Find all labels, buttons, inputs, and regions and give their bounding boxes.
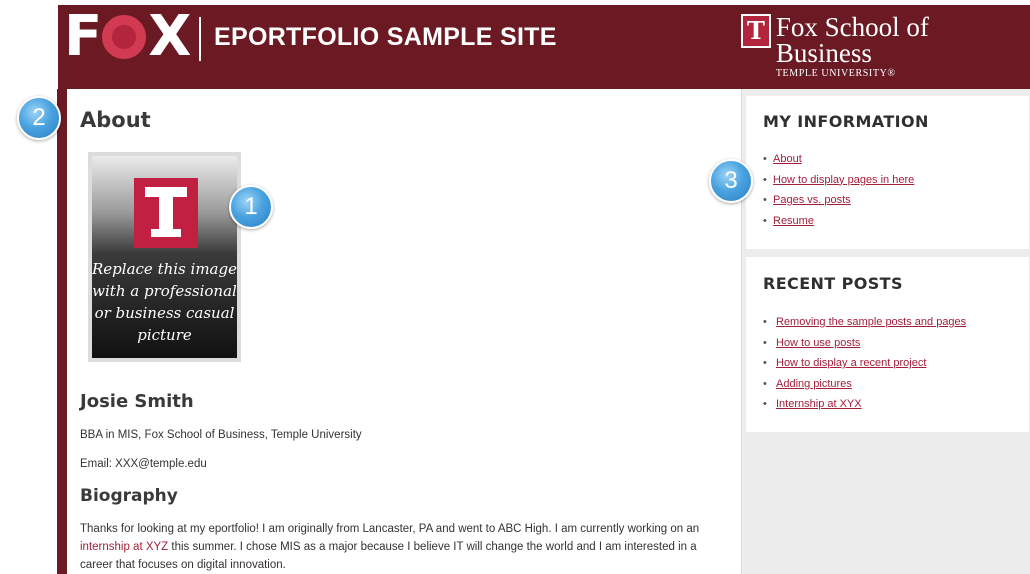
email-text: Email: XXX@temple.edu xyxy=(80,458,207,470)
recent-posts-widget: RECENT POSTS • Removing the sample posts … xyxy=(746,257,1029,432)
photo-caption: Replace this image with a professional o… xyxy=(92,260,237,344)
school-subtitle: TEMPLE UNIVERSITY xyxy=(775,68,888,79)
nav-link-about[interactable]: About xyxy=(773,153,802,165)
list-item: • How to use posts xyxy=(763,333,966,354)
bullet-icon: • xyxy=(763,336,767,349)
post-link-removing-samples[interactable]: Removing the sample posts and pages xyxy=(776,316,966,328)
fox-logo[interactable]: F X xyxy=(64,4,191,69)
post-link-adding-pictures[interactable]: Adding pictures xyxy=(776,378,852,390)
bullet-icon: • xyxy=(763,214,767,227)
recent-posts-title: RECENT POSTS xyxy=(763,274,903,293)
list-item: • Removing the sample posts and pages xyxy=(763,312,966,333)
biography-heading: Biography xyxy=(80,486,178,506)
placeholder-image: Replace this image with a professional o… xyxy=(92,156,237,358)
callout-marker-2: 2 xyxy=(17,96,61,140)
list-item: • Pages vs. posts xyxy=(763,190,914,211)
registered-mark: ® xyxy=(887,68,896,79)
bullet-icon: • xyxy=(763,153,767,165)
header-divider xyxy=(199,17,201,61)
fox-logo-circle-icon xyxy=(102,15,147,59)
nav-link-pages-vs-posts[interactable]: Pages vs. posts xyxy=(773,194,851,206)
page-title: About xyxy=(80,108,151,132)
biography-text-start: Thanks for looking at my eportfolio! I a… xyxy=(80,523,700,535)
nav-link-resume[interactable]: Resume xyxy=(773,215,814,227)
content-left-border xyxy=(57,89,67,574)
bullet-icon: • xyxy=(763,377,767,390)
temple-t-icon: T xyxy=(741,14,771,48)
bullet-icon: • xyxy=(763,316,767,328)
fox-logo-letter-f: F xyxy=(64,4,102,69)
post-link-internship[interactable]: Internship at XYX xyxy=(776,398,862,410)
main-content: About Replace this image with a professi… xyxy=(67,89,741,574)
fox-logo-letter-x: X xyxy=(148,4,191,69)
bullet-icon: • xyxy=(763,357,767,369)
biography-text: Thanks for looking at my eportfolio! I a… xyxy=(80,520,730,574)
internship-link[interactable]: internship at XYZ xyxy=(80,541,168,553)
list-item: • Adding pictures xyxy=(763,374,966,395)
site-title[interactable]: EPORTFOLIO SAMPLE SITE xyxy=(214,23,557,52)
my-information-list: • About • How to display pages in here • Pa… xyxy=(763,149,914,231)
list-item: • How to display pages in here xyxy=(763,170,914,191)
list-item: • Resume xyxy=(763,211,914,232)
page-margin xyxy=(0,0,58,574)
callout-marker-3: 3 xyxy=(709,159,753,203)
site-header: F X EPORTFOLIO SAMPLE SITE T Fox School … xyxy=(58,5,1030,89)
profile-name: Josie Smith xyxy=(80,391,194,412)
nav-link-display-pages[interactable]: How to display pages in here xyxy=(773,174,914,186)
bullet-icon: • xyxy=(763,398,767,410)
biography-text-end: this summer. I chose MIS as a major beca… xyxy=(80,541,697,571)
callout-marker-1: 1 xyxy=(229,185,273,229)
degree-text: BBA in MIS, Fox School of Business, Temp… xyxy=(80,429,362,441)
list-item: • About xyxy=(763,149,914,170)
fox-school-logo[interactable]: T Fox School of Business TEMPLE UNIVERSI… xyxy=(741,14,1030,79)
bullet-icon: • xyxy=(763,173,767,186)
list-item: • Internship at XYX xyxy=(763,394,966,415)
bullet-icon: • xyxy=(763,194,767,206)
list-item: • How to display a recent project xyxy=(763,353,966,374)
school-name: Fox School of Business xyxy=(775,12,929,68)
profile-photo[interactable]: Replace this image with a professional o… xyxy=(88,152,241,362)
temple-logo-icon xyxy=(134,178,198,248)
sidebar: MY INFORMATION • About • How to display pa… xyxy=(741,89,1030,574)
post-link-recent-project[interactable]: How to display a recent project xyxy=(776,357,926,369)
my-information-widget: MY INFORMATION • About • How to display pa… xyxy=(746,96,1029,249)
recent-posts-list: • Removing the sample posts and pages • Ho… xyxy=(763,312,966,415)
temple-t-letter: T xyxy=(742,16,769,46)
my-information-title: MY INFORMATION xyxy=(763,112,929,131)
post-link-how-to-use-posts[interactable]: How to use posts xyxy=(776,337,860,349)
